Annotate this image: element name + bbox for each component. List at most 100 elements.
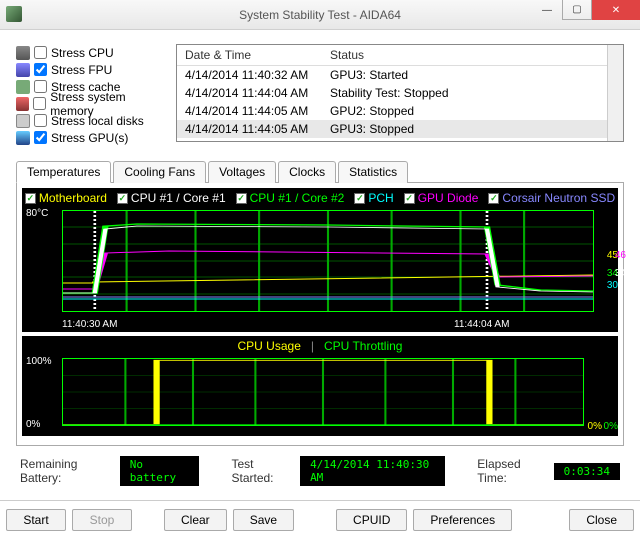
log-row[interactable]: 4/14/2014 11:44:04 AMStability Test: Sto… [177,84,623,102]
legend-checkbox-icon: ✓ [488,193,499,204]
log-cell-datetime: 4/14/2014 11:44:05 AM [177,102,322,120]
log-row[interactable]: 4/14/2014 11:44:05 AMGPU2: Stopped [177,102,623,120]
cpuid-button[interactable]: CPUID [336,509,407,531]
stress-checkbox[interactable] [34,63,47,76]
legend-checkbox-icon: ✓ [117,193,128,204]
val-cpu-usage: 0% [588,421,602,432]
stress-item-0: Stress CPU [16,44,166,61]
stress-icon [16,131,30,145]
title-bar: System Stability Test - AIDA64 — ▢ ✕ [0,0,640,30]
close-window-button[interactable]: ✕ [592,0,640,20]
temp-x-stop: 11:44:04 AM [454,319,509,330]
log-cell-status: Stability Test: Stopped [322,84,457,102]
legend-label: Corsair Neutron SSD [502,191,615,205]
usage-grid [62,358,584,426]
stress-checkbox[interactable] [34,80,47,93]
save-button[interactable]: Save [233,509,294,531]
stress-checkbox[interactable] [33,97,46,110]
legend-item[interactable]: ✓Corsair Neutron SSD [488,191,615,205]
stress-item-5: Stress GPU(s) [16,129,166,146]
temperature-chart: ✓Motherboard✓CPU #1 / Core #1✓CPU #1 / C… [22,188,618,332]
log-cell-status: GPU2: Stopped [322,102,422,120]
started-value: 4/14/2014 11:40:30 AM [300,456,445,486]
stress-checkbox[interactable] [34,114,47,127]
log-header-datetime[interactable]: Date & Time [177,45,322,65]
stress-icon [16,114,30,128]
legend-item[interactable]: ✓GPU Diode [404,191,479,205]
tab-statistics[interactable]: Statistics [338,161,408,183]
elapsed-value: 0:03:34 [554,463,620,480]
elapsed-label: Elapsed Time: [477,457,545,485]
log-row[interactable]: 4/14/2014 11:44:05 AMGPU3: Stopped [177,120,623,138]
log-cell-datetime: 4/14/2014 11:44:04 AM [177,84,322,102]
clear-button[interactable]: Clear [164,509,227,531]
val-pch: 30 [607,280,618,291]
legend-item: CPU Usage [238,339,301,353]
close-button[interactable]: Close [569,509,634,531]
started-label: Test Started: [231,457,292,485]
log-cell-status: GPU3: Stopped [322,120,422,138]
log-cell-datetime: 4/14/2014 11:40:32 AM [177,66,322,84]
legend-checkbox-icon: ✓ [404,193,415,204]
tab-clocks[interactable]: Clocks [278,161,336,183]
legend-label: GPU Diode [418,191,479,205]
legend-checkbox-icon: ✓ [236,193,247,204]
usage-y-0: 0% [26,419,40,430]
val-core1: 34 [615,268,626,279]
battery-label: Remaining Battery: [20,457,112,485]
val-gpudiode: 46 [615,250,626,261]
legend-label: CPU #1 / Core #2 [250,191,345,205]
stress-checkbox[interactable] [34,131,47,144]
tab-voltages[interactable]: Voltages [208,161,276,183]
tab-cooling-fans[interactable]: Cooling Fans [113,161,206,183]
maximize-button[interactable]: ▢ [562,0,592,20]
preferences-button[interactable]: Preferences [413,509,512,531]
log-cell-datetime: 4/14/2014 11:44:05 AM [177,120,322,138]
tab-temperatures[interactable]: Temperatures [16,161,111,183]
window-title: System Stability Test - AIDA64 [239,8,401,22]
stress-label: Stress local disks [51,114,144,128]
stress-label: Stress FPU [51,63,112,77]
legend-label: CPU #1 / Core #1 [131,191,226,205]
legend-label: PCH [368,191,393,205]
tab-bar: TemperaturesCooling FansVoltagesClocksSt… [16,160,624,183]
legend-item: CPU Throttling [324,339,402,353]
stress-item-3: Stress system memory [16,95,166,112]
button-bar: Start Stop Clear Save CPUID Preferences … [0,500,640,539]
stress-item-4: Stress local disks [16,112,166,129]
minimize-button[interactable]: — [532,0,562,20]
event-log: Date & Time Status 4/14/2014 11:40:32 AM… [176,44,624,142]
stress-label: Stress CPU [51,46,114,60]
stress-checkbox[interactable] [34,46,47,59]
usage-chart: CPU Usage|CPU Throttling 100% 0% 0% 0% [22,336,618,436]
log-row[interactable]: 4/14/2014 11:40:32 AMGPU3: Started [177,66,623,84]
stress-icon [16,46,30,60]
stress-icon [16,97,29,111]
log-scrollbar[interactable] [607,45,623,141]
usage-y-100: 100% [26,356,52,367]
legend-item[interactable]: ✓PCH [354,191,393,205]
legend-checkbox-icon: ✓ [354,193,365,204]
val-cpu-throttling: 0% [604,421,618,432]
log-cell-status: GPU3: Started [322,66,416,84]
temp-y-label: 80°C [26,208,48,219]
stress-options: Stress CPU Stress FPU Stress cache Stres… [16,44,166,146]
stress-icon [16,80,30,94]
stress-item-1: Stress FPU [16,61,166,78]
status-bar: Remaining Battery: No battery Test Start… [16,446,624,494]
legend-label: Motherboard [39,191,107,205]
legend-checkbox-icon: ✓ [25,193,36,204]
temp-x-start: 11:40:30 AM [62,319,117,330]
start-button[interactable]: Start [6,509,66,531]
log-header-status[interactable]: Status [322,45,372,65]
stress-icon [16,63,30,77]
legend-item[interactable]: ✓CPU #1 / Core #1 [117,191,226,205]
stop-button[interactable]: Stop [72,509,132,531]
stress-label: Stress GPU(s) [51,131,128,145]
app-icon [6,6,22,22]
battery-value: No battery [120,456,200,486]
legend-item[interactable]: ✓Motherboard [25,191,107,205]
legend-item[interactable]: ✓CPU #1 / Core #2 [236,191,345,205]
temp-grid [62,210,594,312]
chart-panel: ✓Motherboard✓CPU #1 / Core #1✓CPU #1 / C… [16,183,624,446]
